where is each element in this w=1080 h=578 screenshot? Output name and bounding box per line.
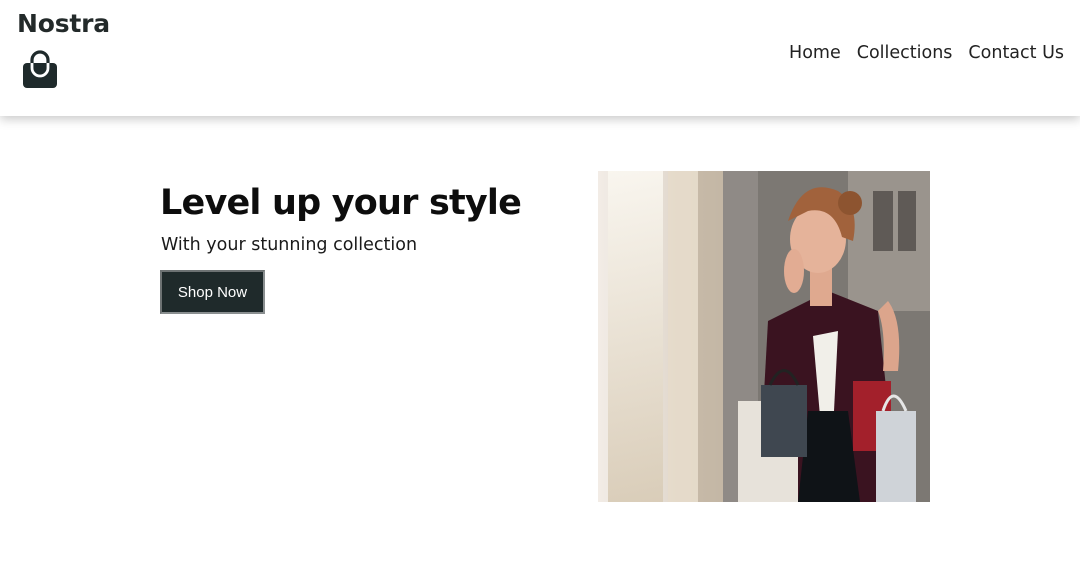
hero-image	[598, 171, 930, 502]
nav-home-link[interactable]: Home	[789, 41, 841, 65]
navbar: Nostra Home Collections Contact Us	[0, 0, 1080, 116]
hero-title: Level up your style	[160, 183, 522, 223]
shopping-bag-icon[interactable]	[21, 47, 59, 89]
brand-name[interactable]: Nostra	[17, 9, 110, 38]
nav-links: Home Collections Contact Us	[789, 41, 1064, 65]
shop-now-button[interactable]: Shop Now	[160, 270, 265, 314]
nav-collections-link[interactable]: Collections	[857, 41, 953, 65]
nav-contact-link[interactable]: Contact Us	[968, 41, 1064, 65]
hero-subtitle: With your stunning collection	[161, 235, 418, 255]
